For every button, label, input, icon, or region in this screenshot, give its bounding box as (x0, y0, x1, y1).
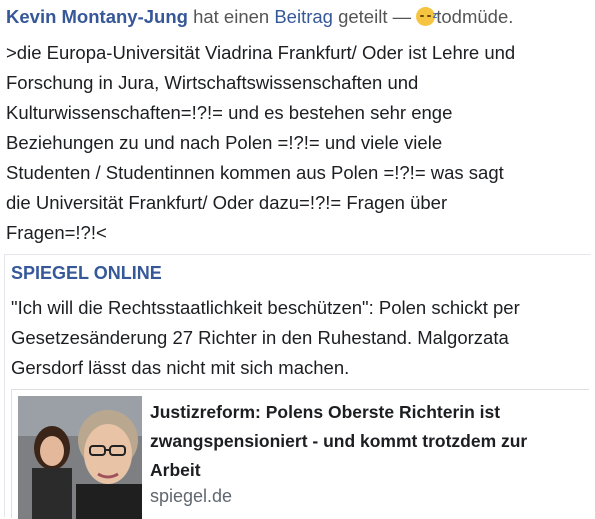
link-preview[interactable]: Justizreform: Polens Oberste Richterin i… (11, 389, 589, 519)
article-title-link[interactable]: Justizreform: Polens Oberste Richterin i… (150, 398, 570, 485)
author-name-link[interactable]: Kevin Montany-Jung (6, 6, 188, 27)
post-object-link[interactable]: Beitrag (274, 6, 333, 27)
feeling-text: todmüde. (436, 6, 514, 27)
shared-post-card[interactable]: SPIEGEL ONLINE "Ich will die Rechtsstaat… (4, 254, 591, 519)
post-header: Kevin Montany-Jung hat einen Beitrag get… (6, 4, 513, 30)
shared-source-name[interactable]: SPIEGEL ONLINE (11, 263, 162, 284)
action-suffix: geteilt — (338, 6, 412, 27)
article-thumbnail-image[interactable] (18, 396, 142, 519)
post-body-text: >die Europa-Universität Viadrina Frankfu… (6, 42, 516, 243)
sleepy-face-icon: z (416, 7, 437, 26)
shared-post-description: "Ich will die Rechtsstaatlichkeit beschü… (11, 297, 520, 378)
article-domain: spiegel.de (150, 486, 233, 506)
action-text: hat einen (193, 6, 270, 27)
facebook-post: Kevin Montany-Jung hat einen Beitrag get… (0, 0, 595, 519)
thumbnail-photo (18, 396, 142, 519)
